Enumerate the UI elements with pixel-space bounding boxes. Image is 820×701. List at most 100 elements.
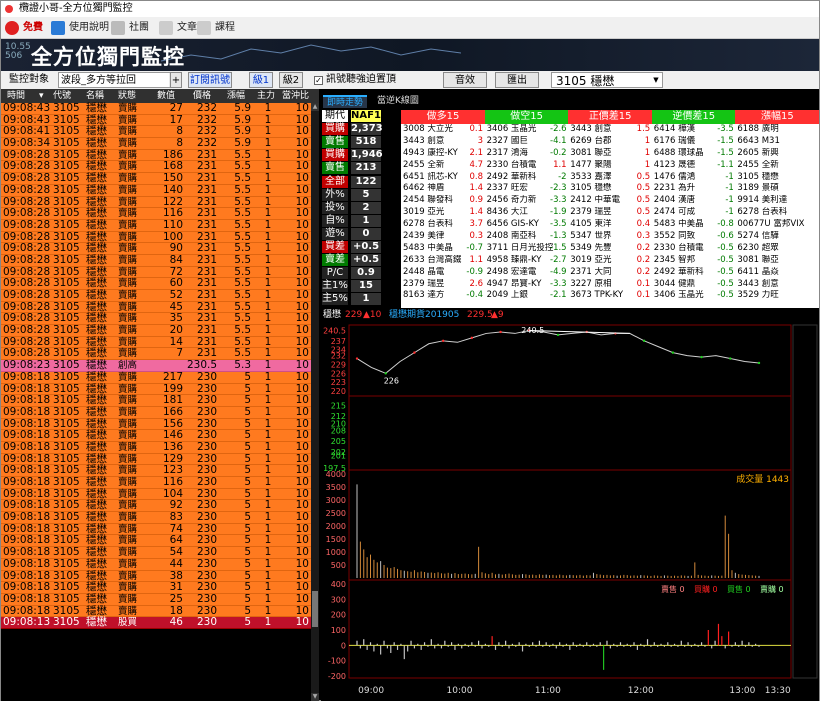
list-item[interactable]: 3227 原相 0.1	[568, 279, 652, 291]
list-item[interactable]: 4105 東洋 0.4	[568, 219, 652, 231]
table-row[interactable]: 09:08:28 3105 穩懋 賣購 110 231 5.5 1 10	[1, 219, 311, 232]
col-main[interactable]: 主力	[257, 89, 275, 103]
list-item[interactable]: 3406 玉晶光 -2.6	[485, 124, 569, 136]
table-row[interactable]: 09:08:28 3105 穩懋 賣購 52 231 5.5 1 10	[1, 289, 311, 302]
list-item[interactable]: 3529 力旺	[735, 290, 819, 302]
list-item[interactable]: 2371 大同 0.2	[568, 267, 652, 279]
list-item[interactable]: 6643 M31	[735, 136, 819, 148]
list-item[interactable]: 6176 瑞儀 -1.5	[652, 136, 736, 148]
table-row[interactable]: 09:08:34 3105 穩懋 賣購 8 232 5.9 1 10	[1, 137, 311, 150]
list-item[interactable]: 6411 晶焱	[735, 267, 819, 279]
list-item[interactable]: 6462 神盾 1.4	[401, 183, 485, 195]
col-value[interactable]: 數值	[157, 89, 175, 103]
level1-button[interactable]: 級1	[249, 72, 273, 88]
table-row[interactable]: 09:08:13 3105 穩懋 股買 46 230 5 1 10	[1, 617, 311, 629]
list-item[interactable]: 6414 樺漢 -3.5	[652, 124, 736, 136]
list-item[interactable]: 3552 同致 -0.6	[652, 231, 736, 243]
list-item[interactable]: 5274 信驊	[735, 231, 819, 243]
table-row[interactable]: 09:08:18 3105 穩懋 賣購 25 230 5 1 10	[1, 593, 311, 606]
target-select[interactable]: 波段_多方等拉回▼	[58, 72, 182, 88]
list-item[interactable]: 1476 儒鴻 -1	[652, 172, 736, 184]
list-item[interactable]: 2231 為升 -1	[652, 183, 736, 195]
menu-articles[interactable]: 文章	[159, 20, 197, 36]
ranking-header[interactable]: 正價差15	[568, 110, 653, 124]
ranking-header[interactable]: 做多15	[401, 110, 485, 124]
col-status[interactable]: 狀態	[118, 89, 136, 103]
list-item[interactable]: 2474 可成 -1	[652, 207, 736, 219]
list-item[interactable]: 00677U 富邦VIX	[735, 219, 819, 231]
list-item[interactable]: 6230 超眾	[735, 243, 819, 255]
list-item[interactable]: 2498 宏達電 -4.9	[485, 267, 569, 279]
list-item[interactable]: 3711 日月光投控 -1.5	[485, 243, 569, 255]
col-name[interactable]: 名稱	[86, 89, 104, 103]
list-item[interactable]: 2379 瑞昱 0.5	[568, 207, 652, 219]
list-item[interactable]: 3443 創意	[735, 279, 819, 291]
list-item[interactable]: 8163 達方 -0.4	[401, 290, 485, 302]
ranking-header[interactable]: 逆價差15	[651, 110, 736, 124]
list-item[interactable]: 2454 聯發科 0.9	[401, 195, 485, 207]
ranking-header[interactable]: 做空15	[484, 110, 569, 124]
list-item[interactable]: 2439 美律 0.3	[401, 231, 485, 243]
list-item[interactable]: 3443 創意 1.5	[568, 124, 652, 136]
list-item[interactable]: 5483 中美晶 -0.8	[652, 219, 736, 231]
export-button[interactable]: 匯出	[495, 72, 539, 88]
tab-realtime[interactable]: 即時走勢	[323, 95, 368, 108]
col-change[interactable]: 漲幅	[227, 89, 245, 103]
list-item[interactable]: 3105 穩懋	[735, 172, 819, 184]
col-code[interactable]: 代號	[53, 89, 71, 103]
pin-signal-checkbox[interactable]: ✓ 訊號聽強迫置頂	[314, 72, 396, 88]
col-daytrade[interactable]: 當沖比	[282, 89, 309, 103]
table-row[interactable]: 09:08:18 3105 穩懋 賣購 116 230 5 1 10	[1, 476, 311, 489]
list-item[interactable]: 6188 廣明	[735, 124, 819, 136]
menu-courses[interactable]: 課程	[197, 20, 235, 36]
list-item[interactable]: 3533 嘉澤 0.5	[568, 172, 652, 184]
table-row[interactable]: 09:08:43 3105 穩懋 賣購 27 232 5.9 1 10	[1, 102, 311, 115]
list-item[interactable]: 2455 全新	[735, 160, 819, 172]
stock-select[interactable]: 3105 穩懋 ▼	[551, 72, 663, 88]
list-item[interactable]: 3081 聯亞	[735, 255, 819, 267]
table-row[interactable]: 09:08:18 3105 穩懋 賣購 83 230 5 1 10	[1, 511, 311, 524]
list-item[interactable]: 2330 台積電 1.1	[485, 160, 569, 172]
menu-free[interactable]: 免費	[5, 20, 43, 36]
list-item[interactable]: 6278 台表科	[735, 207, 819, 219]
list-item[interactable]: 6456 GIS-KY -3.5	[485, 219, 569, 231]
list-item[interactable]: 3443 創意 3	[401, 136, 485, 148]
list-item[interactable]: 2605 新興	[735, 148, 819, 160]
list-item[interactable]: 5347 世界 0.3	[568, 231, 652, 243]
scroll-thumb[interactable]	[312, 591, 318, 627]
list-item[interactable]: 3105 穩懋 0.5	[568, 183, 652, 195]
list-item[interactable]: 2330 台積電 -0.5	[652, 243, 736, 255]
tab-kline[interactable]: 當逆K線圖	[373, 95, 423, 108]
list-item[interactable]: 3406 玉晶光 -0.5	[652, 290, 736, 302]
ranking-header[interactable]: 漲幅15	[735, 110, 820, 124]
list-item[interactable]: 3044 健鼎 -0.5	[652, 279, 736, 291]
list-item[interactable]: 6278 台表科 3.7	[401, 219, 485, 231]
list-item[interactable]: 2317 鴻海 -0.2	[485, 148, 569, 160]
sound-button[interactable]: 音效	[443, 72, 487, 88]
list-item[interactable]: 3019 亞光 0.2	[568, 255, 652, 267]
list-item[interactable]: 3008 大立光 0.1	[401, 124, 485, 136]
list-item[interactable]: 6451 訊芯-KY 0.8	[401, 172, 485, 184]
table-row[interactable]: 09:08:28 3105 穩懋 賣購 84 231 5.5 1 10	[1, 254, 311, 267]
col-price[interactable]: 價格	[193, 89, 211, 103]
list-item[interactable]: 2412 中華電 0.5	[568, 195, 652, 207]
level2-button[interactable]: 級2	[279, 72, 303, 88]
add-button[interactable]: +	[170, 72, 182, 88]
menu-help[interactable]: 使用說明	[51, 20, 109, 36]
list-item[interactable]: 4947 昂寶-KY -3.3	[485, 279, 569, 291]
table-row[interactable]: 09:08:18 3105 穩懋 賣購 136 230 5 1 10	[1, 441, 311, 454]
table-row[interactable]: 09:08:18 3105 穩懋 賣購 166 230 5 1 10	[1, 406, 311, 419]
list-item[interactable]: 2448 晶電 -0.9	[401, 267, 485, 279]
list-item[interactable]: 2404 漢唐 -1	[652, 195, 736, 207]
list-item[interactable]: 3189 景碩	[735, 183, 819, 195]
intraday-chart[interactable]: 240.5237234232229226223220240.5226215212…	[321, 323, 819, 701]
list-item[interactable]: 2049 上銀 -2.1	[485, 290, 569, 302]
list-item[interactable]: 2379 瑞昱 2.6	[401, 279, 485, 291]
list-item[interactable]: 2633 台灣高鐵 1.1	[401, 255, 485, 267]
list-item[interactable]: 2337 旺宏 -2.3	[485, 183, 569, 195]
list-item[interactable]: 3081 聯亞 1	[568, 148, 652, 160]
list-item[interactable]: 2408 南亞科 -1.3	[485, 231, 569, 243]
table-scrollbar[interactable]: ▲ ▼	[311, 103, 319, 701]
list-item[interactable]: 4943 康控-KY 2.1	[401, 148, 485, 160]
list-item[interactable]: 4958 臻鼎-KY -2.7	[485, 255, 569, 267]
